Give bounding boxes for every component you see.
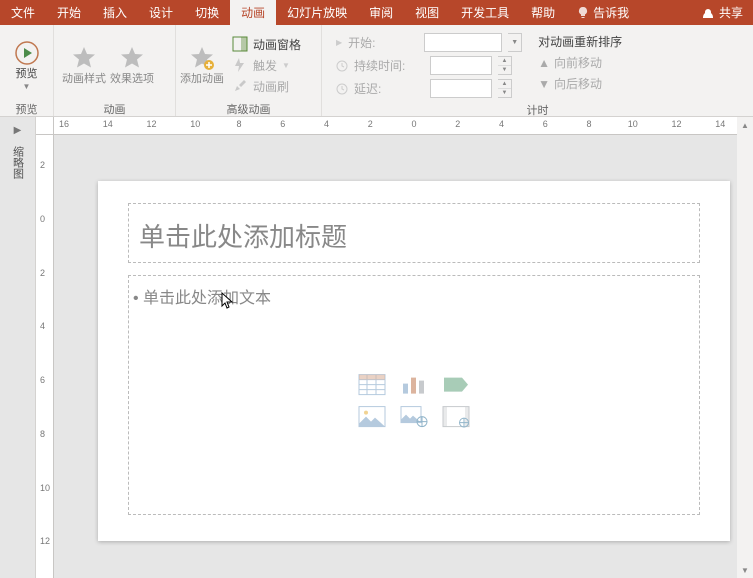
star-icon	[71, 45, 97, 71]
tellme-label: 告诉我	[593, 4, 629, 21]
duration-label: 持续时间:	[354, 57, 424, 74]
delay-field[interactable]	[430, 79, 492, 98]
tab-insert[interactable]: 插入	[92, 0, 138, 25]
group-advanced: 添加动画 动画窗格 触发 ▼ 动画刷 高级动画	[176, 25, 322, 116]
anim-pane-button[interactable]: 动画窗格	[232, 36, 301, 53]
tab-file[interactable]: 文件	[0, 0, 46, 25]
tab-devtools[interactable]: 开发工具	[450, 0, 520, 25]
clock-icon	[336, 83, 348, 95]
title-placeholder[interactable]: 单击此处添加标题	[128, 203, 700, 263]
scroll-track[interactable]	[737, 133, 753, 562]
duration-field[interactable]	[430, 56, 492, 75]
menu-bar: 文件 开始 插入 设计 切换 动画 幻灯片放映 审阅 视图 开发工具 帮助 告诉…	[0, 0, 753, 25]
play-icon: ▶	[336, 38, 342, 47]
delay-spinner[interactable]: ▲▼	[498, 79, 512, 98]
add-animation-label: 添加动画	[180, 73, 224, 86]
ribbon: 预览 ▼ 预览 动画样式 效果选项 动画	[0, 25, 753, 117]
insert-chart-icon[interactable]	[398, 373, 430, 397]
ruler-corner	[36, 117, 54, 135]
chevron-right-icon: ▶	[14, 125, 22, 136]
anim-pane-label: 动画窗格	[253, 36, 301, 53]
preview-label: 预览	[16, 68, 38, 81]
tab-review[interactable]: 审阅	[358, 0, 404, 25]
content-insert-icons	[356, 373, 472, 429]
clock-icon	[336, 60, 348, 72]
start-dropdown[interactable]: ▼	[508, 33, 522, 52]
tab-home[interactable]: 开始	[46, 0, 92, 25]
move-later-label: 向后移动	[554, 75, 602, 92]
insert-table-icon[interactable]	[356, 373, 388, 397]
delay-label: 延迟:	[354, 80, 424, 97]
share-label: 共享	[719, 4, 743, 21]
anim-painter-label: 动画刷	[253, 78, 289, 95]
slide[interactable]: 单击此处添加标题 单击此处添加文本	[98, 181, 730, 541]
group-timing: ▶ 开始: ▼ 持续时间: ▲▼ 延迟: ▲▼	[322, 25, 753, 116]
scroll-up-button[interactable]: ▲	[737, 117, 753, 133]
group-animation: 动画样式 效果选项 动画	[54, 25, 176, 116]
slide-canvas-area: 1614121086420246810121416 2024681012 单击此…	[36, 117, 753, 578]
reorder-header: 对动画重新排序	[538, 33, 622, 50]
start-label: 开始:	[348, 34, 418, 51]
chevron-down-icon: ▼	[23, 82, 31, 91]
arrow-up-icon: ▲	[538, 56, 550, 70]
vertical-ruler[interactable]: 2024681012	[36, 135, 54, 578]
tab-view[interactable]: 视图	[404, 0, 450, 25]
brush-icon	[232, 78, 248, 94]
tab-animation[interactable]: 动画	[230, 0, 276, 25]
duration-spinner[interactable]: ▲▼	[498, 56, 512, 75]
body-placeholder[interactable]: 单击此处添加文本	[128, 275, 700, 515]
lightbulb-icon	[577, 6, 589, 20]
chevron-down-icon: ▼	[282, 61, 290, 70]
tab-help[interactable]: 帮助	[520, 0, 566, 25]
move-earlier-label: 向前移动	[554, 54, 602, 71]
play-circle-icon	[14, 40, 40, 66]
move-later-button[interactable]: ▼ 向后移动	[538, 75, 622, 92]
tab-design[interactable]: 设计	[138, 0, 184, 25]
trigger-icon	[232, 57, 248, 73]
insert-video-icon[interactable]	[440, 405, 472, 429]
tab-transition[interactable]: 切换	[184, 0, 230, 25]
insert-online-picture-icon[interactable]	[398, 405, 430, 429]
vertical-scrollbar[interactable]: ▲ ▼	[737, 117, 753, 578]
add-animation-button[interactable]: 添加动画	[178, 29, 226, 101]
horizontal-ruler[interactable]: 1614121086420246810121416	[54, 117, 753, 135]
title-placeholder-text: 单击此处添加标题	[129, 204, 699, 267]
anim-styles-label: 动画样式	[62, 73, 106, 86]
insert-smartart-icon[interactable]	[440, 373, 472, 397]
trigger-button[interactable]: 触发 ▼	[232, 57, 301, 74]
pane-icon	[232, 36, 248, 52]
anim-styles-button[interactable]: 动画样式	[60, 29, 108, 101]
anim-painter-button[interactable]: 动画刷	[232, 78, 301, 95]
group-preview: 预览 ▼ 预览	[0, 25, 54, 116]
trigger-label: 触发	[253, 57, 277, 74]
share-button[interactable]: 共享	[691, 0, 753, 25]
move-earlier-button[interactable]: ▲ 向前移动	[538, 54, 622, 71]
preview-button[interactable]: 预览 ▼	[6, 29, 47, 101]
star-icon	[119, 45, 145, 71]
effect-options-label: 效果选项	[110, 73, 154, 86]
arrow-down-icon: ▼	[538, 77, 550, 91]
insert-picture-icon[interactable]	[356, 405, 388, 429]
share-icon	[701, 6, 715, 20]
body-placeholder-text: 单击此处添加文本	[129, 276, 699, 316]
tab-slideshow[interactable]: 幻灯片放映	[276, 0, 358, 25]
thumbnail-panel-collapsed[interactable]: ▶ 缩略图	[0, 117, 36, 578]
tellme-search[interactable]: 告诉我	[566, 0, 640, 25]
effect-options-button[interactable]: 效果选项	[108, 29, 156, 101]
edit-area: ▶ 缩略图 1614121086420246810121416 20246810…	[0, 117, 753, 578]
star-plus-icon	[189, 45, 215, 71]
start-field[interactable]	[424, 33, 502, 52]
scroll-down-button[interactable]: ▼	[737, 562, 753, 578]
thumbnail-label: 缩略图	[10, 146, 26, 179]
